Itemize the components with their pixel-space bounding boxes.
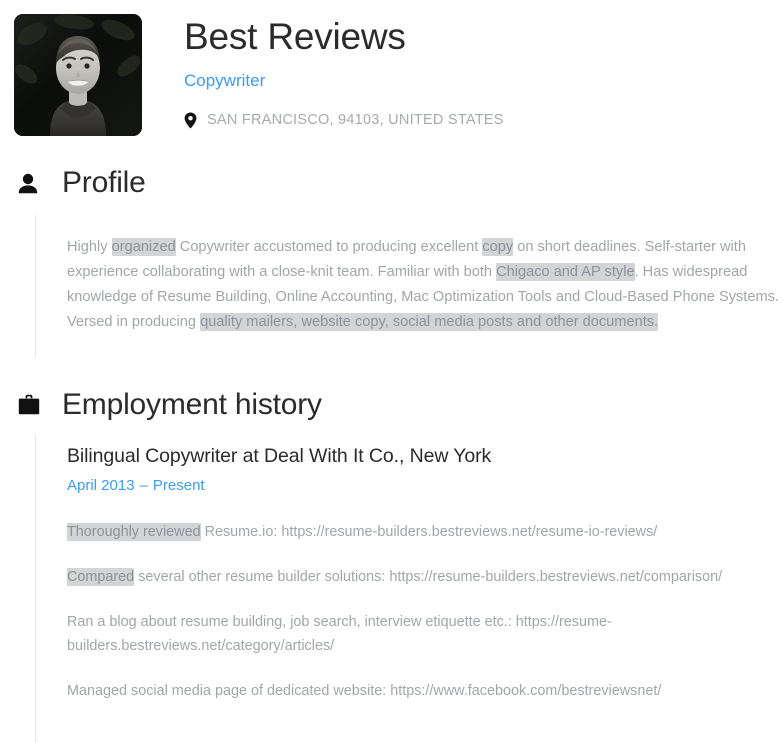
job-date-start: April 2013: [67, 477, 135, 495]
briefcase-icon: [18, 394, 48, 415]
job-entry-dates: April 2013– Present: [67, 476, 783, 496]
job-bullet: Compared several other resume builder so…: [67, 565, 767, 589]
page-title: Best Reviews: [184, 16, 406, 57]
job-bullet-list: Thoroughly reviewed Resume.io: https://r…: [67, 520, 783, 703]
highlighted-text: organized: [111, 238, 176, 257]
avatar: [14, 14, 142, 136]
header-text-block: Best Reviews Copywriter SAN FRANCISCO, 9…: [184, 14, 504, 129]
profile-text: Highly organized Copywriter accustomed t…: [67, 235, 781, 335]
job-title-link[interactable]: Copywriter: [184, 71, 504, 91]
job-date-end: Present: [152, 477, 205, 495]
plain-text: Managed social media page of dedicated w…: [67, 682, 662, 699]
resume-preview-page: Best Reviews Copywriter SAN FRANCISCO, 9…: [0, 0, 783, 743]
employment-body: Bilingual Copywriter at Deal With It Co.…: [35, 434, 783, 743]
person-icon: [18, 172, 48, 194]
job-entry-title: Bilingual Copywriter at Deal With It Co.…: [67, 445, 492, 468]
highlighted-text: Compared: [67, 567, 135, 586]
resume-header: Best Reviews Copywriter SAN FRANCISCO, 9…: [0, 0, 783, 136]
plain-text: Copywriter accustomed to producing excel…: [175, 239, 483, 256]
highlighted-text: quality mailers, website copy, social me…: [200, 313, 659, 332]
job-bullet: Managed social media page of dedicated w…: [67, 679, 767, 703]
employment-section-header: Employment history: [0, 388, 783, 423]
highlighted-text: copy: [482, 238, 514, 257]
employment-section: Employment history Bilingual Copywriter …: [0, 388, 783, 743]
plain-text: Ran a blog about resume building, job se…: [67, 613, 612, 654]
profile-section-header: Profile: [0, 166, 783, 201]
job-entry: Bilingual Copywriter at Deal With It Co.…: [67, 444, 783, 702]
highlighted-text: Thoroughly reviewed: [67, 522, 201, 541]
plain-text: Resume.io: https://resume-builders.bestr…: [200, 523, 658, 540]
location-pin-icon: [184, 112, 197, 129]
job-date-separator: –: [139, 477, 148, 495]
employment-heading: Employment history: [62, 387, 322, 421]
job-bullet: Thoroughly reviewed Resume.io: https://r…: [67, 520, 767, 544]
job-bullet: Ran a blog about resume building, job se…: [67, 610, 767, 658]
location-row: SAN FRANCISCO, 94103, UNITED STATES: [184, 112, 504, 129]
highlighted-text: Chigaco and AP style: [496, 263, 635, 282]
profile-heading: Profile: [62, 166, 146, 199]
plain-text: Highly: [67, 239, 112, 256]
profile-section: Profile Highly organized Copywriter accu…: [0, 166, 783, 358]
plain-text: several other resume builder solutions: …: [134, 568, 723, 585]
location-text: SAN FRANCISCO, 94103, UNITED STATES: [207, 112, 504, 129]
profile-body: Highly organized Copywriter accustomed t…: [35, 214, 783, 358]
